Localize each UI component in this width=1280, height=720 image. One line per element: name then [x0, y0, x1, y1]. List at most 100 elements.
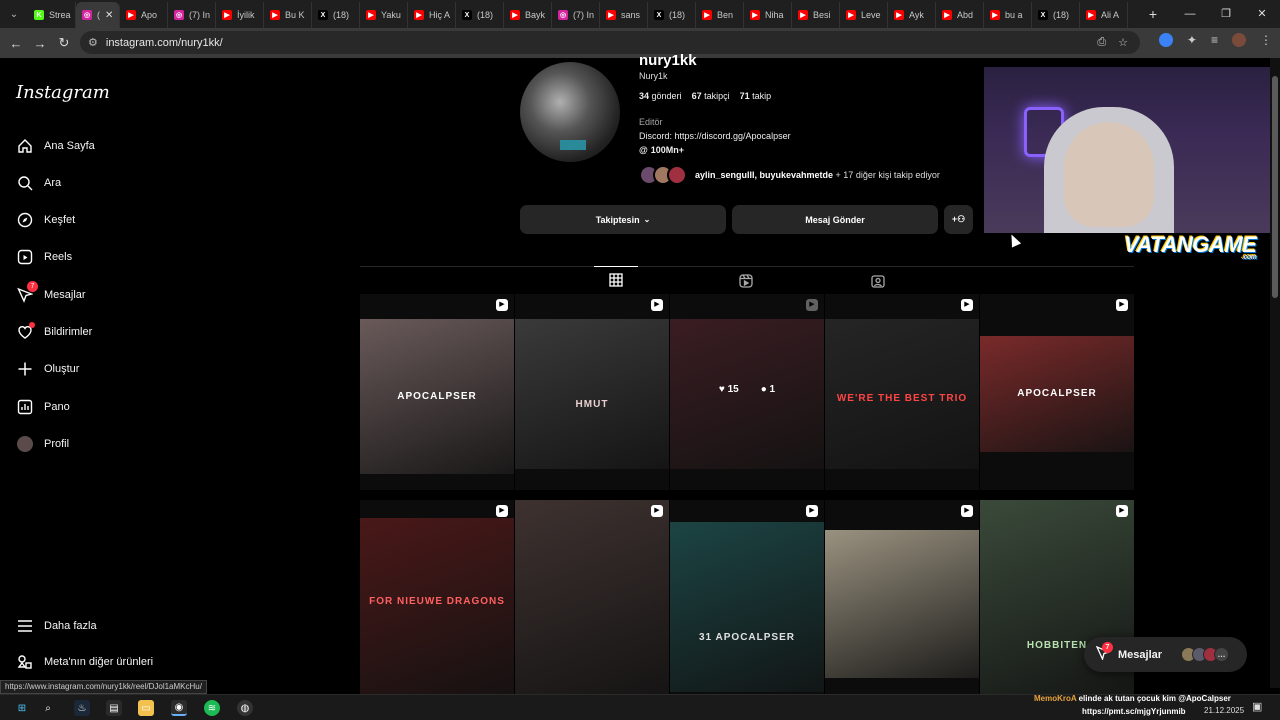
post-thumbnail[interactable]: APOCALPSER ▶ — [360, 294, 514, 490]
tab-search-icon[interactable]: ⌄ — [0, 0, 28, 28]
browser-tab[interactable]: ▶ bu a — [984, 2, 1032, 28]
extensions-puzzle-icon[interactable]: ✦ — [1187, 33, 1197, 47]
browser-tab[interactable]: ▶ Ben — [696, 2, 744, 28]
browser-tab[interactable]: ▶ Bayk — [504, 2, 552, 28]
tab-favicon-icon: K — [34, 10, 44, 20]
post-thumbnail[interactable]: ▶ — [825, 500, 979, 696]
post-thumbnail[interactable]: 31 APOCALPSER ▶ — [670, 500, 824, 696]
send-message-button[interactable]: Mesaj Gönder — [732, 205, 938, 234]
bookmark-star-icon[interactable]: ☆ — [1118, 36, 1128, 49]
post-thumbnail[interactable]: HMUT ▶ — [515, 294, 669, 490]
close-window-icon[interactable]: ✕ — [1244, 0, 1280, 28]
profile-avatar-icon[interactable] — [1232, 33, 1246, 47]
forward-icon[interactable]: → — [28, 36, 52, 51]
profile-category: Editör — [639, 117, 663, 127]
new-tab-button[interactable]: + — [1138, 6, 1168, 22]
clock-date[interactable]: 21.12.2025 — [1204, 706, 1244, 715]
reload-icon[interactable]: ↻ — [52, 35, 76, 51]
reel-indicator-icon: ▶ — [806, 299, 818, 311]
sidebar-item-reels[interactable]: Reels — [16, 245, 72, 269]
tab-favicon-icon: ▶ — [750, 10, 760, 20]
sidebar-item-oluştur[interactable]: Oluştur — [16, 357, 79, 381]
browser-menu-icon[interactable]: ⋮ — [1260, 33, 1272, 47]
threads-badge[interactable]: @ 100Mn+ — [639, 145, 684, 155]
sidebar-item-pano[interactable]: Pano — [16, 395, 70, 419]
messages-floating-button[interactable]: 7 Mesajlar … — [1084, 637, 1247, 672]
back-icon[interactable]: ← — [4, 36, 28, 51]
chrome-icon[interactable]: ◉ — [171, 700, 187, 716]
tab-posts[interactable] — [594, 266, 638, 292]
browser-tab[interactable]: ▶ Niha — [744, 2, 792, 28]
sidebar-item-bildirimler[interactable]: Bildirimler — [16, 320, 92, 344]
minimize-icon[interactable]: — — [1172, 0, 1208, 28]
browser-tab[interactable]: ▶ sans — [600, 2, 648, 28]
browser-tab[interactable]: ◎ (7) In — [552, 2, 600, 28]
post-image — [515, 319, 669, 469]
tab-tagged[interactable] — [856, 270, 900, 292]
followers-count[interactable]: 67 takipçi — [692, 91, 730, 101]
browser-tab[interactable]: X (18) — [648, 2, 696, 28]
tab-favicon-icon: ▶ — [510, 10, 520, 20]
browser-tab[interactable]: K Strea — [28, 2, 76, 28]
browser-tab[interactable]: X (18) — [1032, 2, 1080, 28]
tab-favicon-icon: ▶ — [222, 10, 232, 20]
sidebar-item-mesajlar[interactable]: 7 Mesajlar — [16, 281, 86, 307]
following-count[interactable]: 71 takip — [740, 91, 772, 101]
steam-icon[interactable]: ♨ — [74, 700, 90, 716]
sidebar-item-ana-sayfa[interactable]: Ana Sayfa — [16, 134, 95, 158]
post-thumbnail[interactable]: FOR NIEUWE DRAGONS ▶ — [360, 500, 514, 696]
browser-tab[interactable]: ▶ Abd — [936, 2, 984, 28]
browser-tab[interactable]: ▶ Hiç A — [408, 2, 456, 28]
browser-tab[interactable]: ▶ Yaku — [360, 2, 408, 28]
tab-reels[interactable] — [724, 270, 768, 292]
sidebar-item-more[interactable]: Daha fazla — [16, 614, 97, 638]
instagram-logo[interactable]: Instagram — [16, 82, 110, 103]
browser-tab[interactable]: ▶ Besi — [792, 2, 840, 28]
store-icon[interactable]: ▤ — [106, 700, 122, 716]
post-thumbnail[interactable]: ▶ — [515, 500, 669, 696]
profile-avatar[interactable] — [520, 62, 620, 162]
browser-tab[interactable]: ▶ Bu K — [264, 2, 312, 28]
notification-icon[interactable]: ▣ — [1252, 700, 1262, 713]
url-input[interactable]: ⚙ instagram.com/nury1kk/ ⎙ ☆ — [80, 31, 1140, 54]
extension-icon[interactable] — [1158, 33, 1173, 47]
browser-tab[interactable]: ▶ Ayk — [888, 2, 936, 28]
browser-tab[interactable]: X (18) — [312, 2, 360, 28]
post-thumbnail[interactable]: WE'RE THE BEST TRIO ▶ — [825, 294, 979, 490]
site-info-icon[interactable]: ⚙ — [88, 36, 98, 49]
reel-indicator-icon: ▶ — [651, 299, 663, 311]
browser-tab[interactable]: ◎ (✕ — [76, 2, 120, 28]
profile-tabs — [360, 266, 1134, 294]
scrollbar-thumb[interactable] — [1272, 76, 1278, 298]
post-thumbnail[interactable]: ♥ 15 ● 1 ▶ — [670, 294, 824, 490]
followed-by[interactable]: aylin_sengulll, buyukevahmetde + 17 diğe… — [639, 165, 940, 185]
search-icon[interactable]: ⌕ — [40, 700, 56, 716]
install-app-icon[interactable]: ⎙ — [1097, 36, 1106, 49]
tab-close-icon[interactable]: ✕ — [105, 10, 113, 21]
tab-favicon-icon: ▶ — [414, 10, 424, 20]
browser-tab[interactable]: ◎ (7) In — [168, 2, 216, 28]
browser-tab[interactable]: ▶ Ali A — [1080, 2, 1128, 28]
suggest-people-button[interactable]: +⚇ — [944, 205, 973, 234]
sidebar-item-label: Bildirimler — [44, 326, 93, 338]
page-scrollbar[interactable] — [1270, 58, 1280, 688]
sidebar-item-meta[interactable]: Meta'nın diğer ürünleri — [16, 650, 153, 674]
browser-tab[interactable]: X (18) — [456, 2, 504, 28]
reel-indicator-icon: ▶ — [806, 505, 818, 517]
following-button[interactable]: Takiptesin ⌄ — [520, 205, 726, 234]
follower-avatar — [667, 165, 687, 185]
windows-start-icon[interactable]: ⊞ — [14, 700, 30, 716]
sidebar-item-keşfet[interactable]: Keşfet — [16, 208, 75, 232]
profile-bio[interactable]: Discord: https://discord.gg/Apocalpser — [639, 131, 791, 141]
obs-icon[interactable]: ◍ — [237, 700, 253, 716]
sidebar-item-ara[interactable]: Ara — [16, 171, 61, 195]
sidebar-item-profil[interactable]: Profil — [16, 432, 69, 456]
browser-tab[interactable]: ▶ Leve — [840, 2, 888, 28]
restore-icon[interactable]: ❐ — [1208, 0, 1244, 28]
spotify-icon[interactable]: ≋ — [204, 700, 220, 716]
post-thumbnail[interactable]: APOCALPSER ▶ — [980, 294, 1134, 490]
media-control-icon[interactable]: ≡ — [1211, 33, 1218, 47]
file-explorer-icon[interactable]: ▭ — [138, 700, 154, 716]
browser-tab[interactable]: ▶ Apo — [120, 2, 168, 28]
browser-tab[interactable]: ▶ İyilik — [216, 2, 264, 28]
